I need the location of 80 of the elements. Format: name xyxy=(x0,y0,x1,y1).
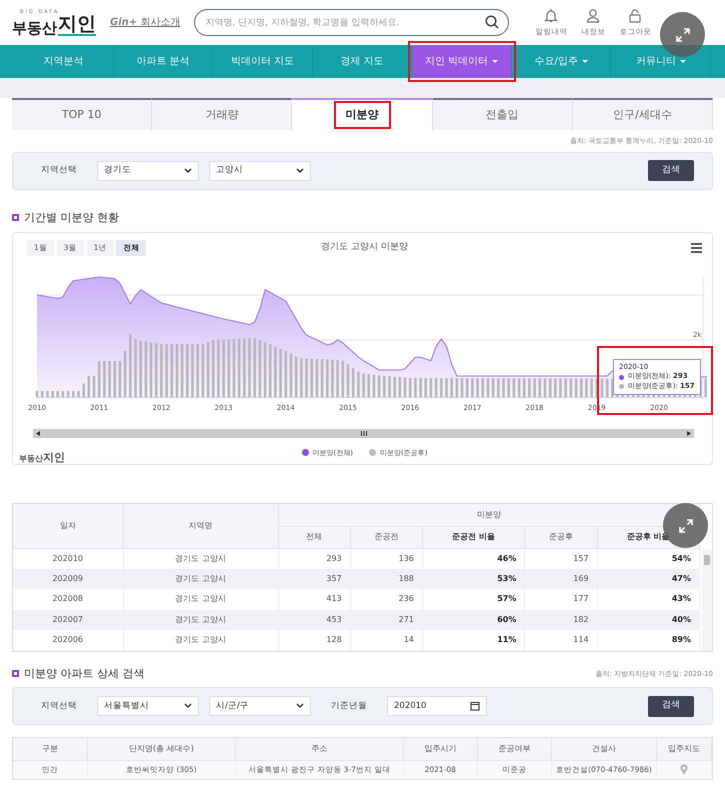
section-icon xyxy=(12,214,19,222)
person-icon xyxy=(585,8,602,23)
table-cell: 경기도 고양시 xyxy=(123,630,278,650)
scroll-right-icon xyxy=(687,431,691,436)
filter-label: 지역선택 xyxy=(40,700,78,712)
table-cell: 128 xyxy=(278,630,350,650)
table-cell: 169 xyxy=(524,568,598,589)
scroll-left-icon xyxy=(36,431,40,436)
column-header: 준공전 xyxy=(350,526,422,548)
column-header: 지역명 xyxy=(123,504,278,548)
tab[interactable]: 인구/세대수 xyxy=(572,98,714,130)
column-group-header: 미분양 xyxy=(278,504,700,526)
column-header: 단지명(총 세대수) xyxy=(87,738,236,760)
chevron-icon xyxy=(296,168,304,174)
column-header: 건설사 xyxy=(552,738,656,760)
column-header: 구분 xyxy=(13,738,88,760)
tab[interactable]: 거래량 xyxy=(152,98,292,130)
column-header: 일자 xyxy=(13,504,123,548)
search-field[interactable]: 지역명, 단지명, 지하철명, 학교명을 입력하세요. xyxy=(194,9,510,36)
select-field[interactable]: 시/군/구 xyxy=(209,696,311,716)
filter-label: 지역선택 xyxy=(40,164,78,177)
section-title: 기간별 미분양 현황 xyxy=(24,210,119,226)
bell-icon xyxy=(543,8,560,23)
date-field[interactable]: 202010 xyxy=(387,696,487,716)
table-cell: 14 xyxy=(350,630,422,650)
chevron-icon xyxy=(184,168,192,174)
logo-brand[interactable]: 지인 xyxy=(58,14,96,36)
company-link[interactable]: Gin+ 회사소개 xyxy=(110,15,180,30)
table-cell: 11% xyxy=(422,630,525,650)
select-field[interactable]: 고양시 xyxy=(209,160,311,180)
table-cell: 188 xyxy=(350,568,422,589)
table-cell: 89% xyxy=(597,630,700,650)
section-icon xyxy=(12,670,19,678)
table-cell: 271 xyxy=(350,610,422,630)
table-cell: 202006 xyxy=(13,630,123,650)
menu-icon[interactable] xyxy=(691,243,702,253)
calendar-icon xyxy=(470,701,480,711)
chart-title: 경기도 고양시 미분양 xyxy=(321,241,408,254)
column-header: 입주지도 xyxy=(656,738,712,760)
table-cell: 202007 xyxy=(13,610,123,630)
credit-logo-brand: 지인 xyxy=(43,452,65,463)
table-cell: 202009 xyxy=(13,568,123,589)
column-header: 입주시기 xyxy=(403,738,478,760)
logo-text[interactable]: 부동산 xyxy=(12,20,57,36)
expand-button[interactable] xyxy=(660,12,705,57)
tab[interactable]: TOP 10 xyxy=(12,98,152,130)
expand-icon xyxy=(674,26,690,42)
column-header: 주소 xyxy=(236,738,404,760)
search-icon xyxy=(485,15,500,29)
chevron-icon xyxy=(296,703,304,709)
lock-icon xyxy=(627,8,644,23)
search-button[interactable]: 검색 xyxy=(648,696,694,716)
select-field[interactable]: 서울특별시 xyxy=(97,696,199,716)
filter-label: 기준년월 xyxy=(330,700,368,712)
table-cell: 453 xyxy=(278,610,350,630)
column-header: 준공전 비율 xyxy=(422,526,525,548)
column-header: 준공여부 xyxy=(477,738,552,760)
search-button[interactable]: 검색 xyxy=(648,160,694,181)
scrollbar[interactable] xyxy=(33,429,694,438)
column-header: 준공후 xyxy=(524,526,598,548)
table-cell: 40% xyxy=(597,610,700,630)
table-cell: 60% xyxy=(422,610,525,630)
table-cell: 경기도 고양시 xyxy=(123,610,278,630)
table-cell: 114 xyxy=(524,630,598,650)
table-cell: 357 xyxy=(278,568,350,589)
table-cell: 경기도 고양시 xyxy=(123,568,278,589)
select-field[interactable]: 경기도 xyxy=(97,160,199,180)
table-cell: 47% xyxy=(597,568,700,589)
section-title: 미분양 아파트 상세 검색 xyxy=(24,666,144,682)
scroll-grip-icon xyxy=(360,431,366,436)
tab[interactable]: 전출입 xyxy=(432,98,573,130)
column-header: 전체 xyxy=(278,526,350,548)
table-cell: 53% xyxy=(422,568,525,589)
table-cell: 182 xyxy=(524,610,598,630)
credit-logo-text: 부동산 xyxy=(19,455,43,463)
chevron-icon xyxy=(184,703,192,709)
map-pin-icon xyxy=(680,764,688,776)
expand-icon xyxy=(678,518,694,534)
scrollbar[interactable] xyxy=(702,549,712,650)
tab[interactable]: 미분양 xyxy=(292,98,433,130)
